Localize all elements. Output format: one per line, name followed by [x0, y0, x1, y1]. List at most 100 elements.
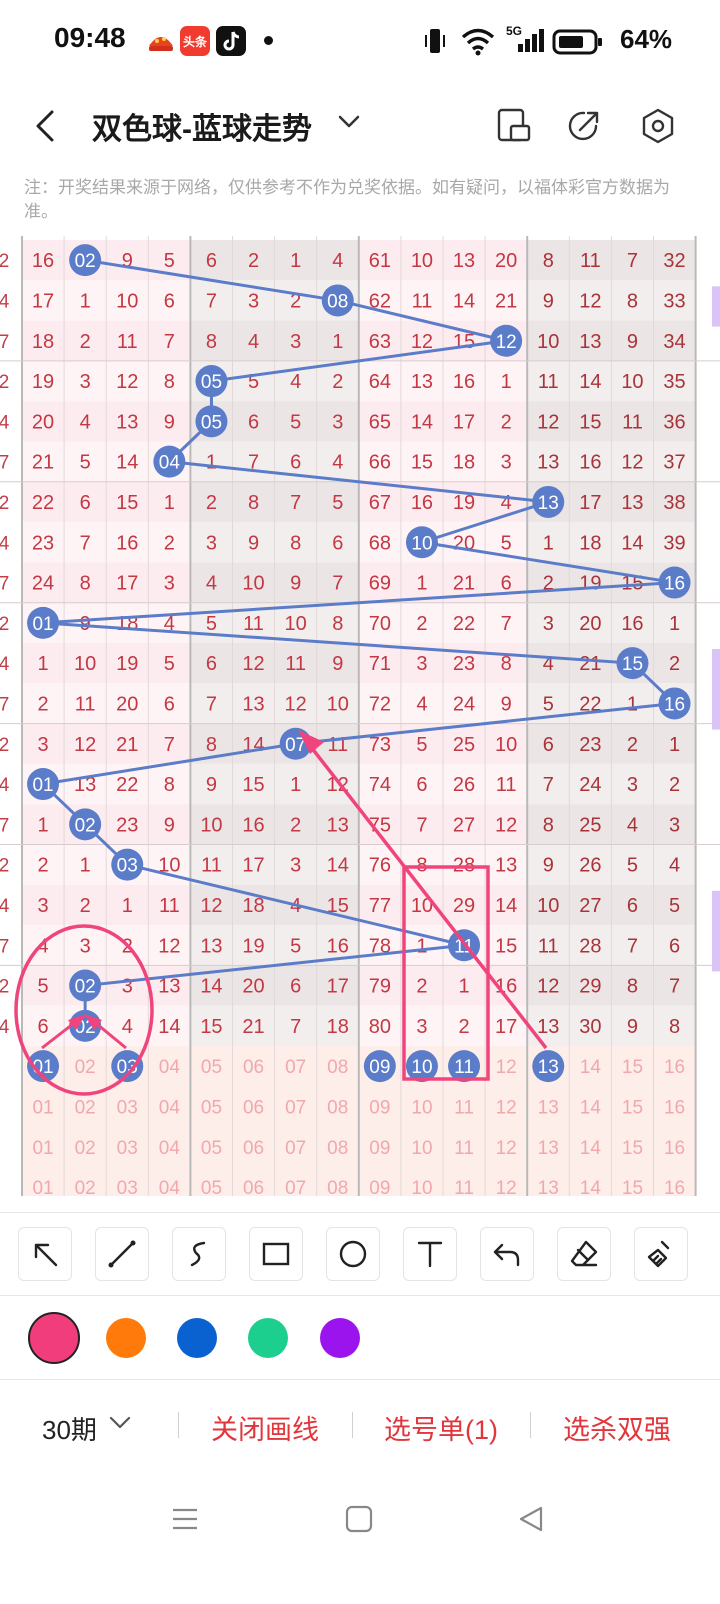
back-arrow-icon[interactable] [30, 106, 60, 146]
cell-number: 19 [32, 371, 54, 393]
edge-number: 4 [0, 775, 10, 796]
cell-number: 33 [663, 290, 685, 312]
undo-tool-button[interactable] [480, 1227, 534, 1281]
selection-number: 06 [243, 1057, 264, 1078]
circle-tool-button[interactable] [326, 1227, 380, 1281]
close-drawing-button[interactable]: 关闭画线 [211, 1408, 319, 1447]
selected-ball-number: 10 [411, 1057, 432, 1078]
cell-number: 22 [453, 613, 475, 635]
cell-number: 4 [627, 814, 638, 836]
menu-icon[interactable] [170, 1504, 200, 1534]
cell-number: 79 [369, 976, 391, 998]
cell-number: 2 [206, 492, 217, 514]
selection-number: 09 [369, 1138, 390, 1159]
cell-number: 13 [327, 814, 349, 836]
pick-list-button[interactable]: 选号单(1) [384, 1408, 498, 1447]
arrow-tool-button[interactable] [18, 1227, 72, 1281]
line-tool-button[interactable] [95, 1227, 149, 1281]
line-tool-icon [108, 1240, 136, 1268]
cell-number: 27 [453, 814, 475, 836]
cell-number: 12 [537, 411, 559, 433]
cell-number: 9 [248, 532, 259, 554]
color-swatch-blue[interactable] [177, 1318, 217, 1358]
rectangle-tool-button[interactable] [249, 1227, 303, 1281]
curve-tool-button[interactable] [172, 1227, 226, 1281]
blue-ball-trend-chart[interactable]: 2 4 7 2 4 7 2 4 7 2 4 7 2 4 7 2 4 7 2 4 16 9 5 6 2 1 4 61 10 13 20 8 11 7… [0, 236, 720, 1196]
color-swatch-orange[interactable] [106, 1318, 146, 1358]
cell-number: 16 [242, 814, 264, 836]
cell-number: 5 [543, 693, 554, 715]
cell-number: 17 [579, 492, 601, 514]
drawing-toolbar [0, 1212, 720, 1296]
cell-number: 13 [411, 371, 433, 393]
period-selector[interactable]: 30期 [42, 1410, 97, 1447]
cell-number: 8 [290, 532, 301, 554]
cell-number: 16 [411, 492, 433, 514]
cell-number: 1 [543, 532, 554, 554]
selection-number: 02 [75, 1057, 96, 1078]
edge-number: 2 [0, 614, 9, 635]
selection-number: 11 [454, 1138, 474, 1159]
cell-number: 24 [32, 573, 54, 595]
cell-number: 6 [290, 976, 301, 998]
edge-number: 4 [0, 896, 10, 917]
cell-number: 1 [416, 573, 427, 595]
eraser-tool-button[interactable] [557, 1227, 611, 1281]
blue-ball-number: 02 [75, 251, 96, 272]
kill-double-button[interactable]: 选杀双强 [563, 1408, 671, 1447]
cell-number: 16 [579, 452, 601, 474]
cell-number: 21 [453, 573, 475, 595]
cell-number: 20 [32, 411, 54, 433]
clear-tool-button[interactable] [634, 1227, 688, 1281]
cell-number: 21 [495, 290, 517, 312]
cell-number: 1 [332, 331, 343, 353]
cell-number: 1 [122, 895, 133, 917]
edge-number: 7 [0, 815, 9, 836]
cell-number: 3 [164, 573, 175, 595]
selection-number: 15 [622, 1178, 643, 1196]
blue-ball-number: 16 [664, 574, 685, 595]
chevron-down-icon[interactable] [338, 114, 360, 130]
cell-number: 2 [80, 895, 91, 917]
cell-number: 9 [164, 411, 175, 433]
home-square-icon[interactable] [344, 1504, 374, 1534]
cell-number: 8 [669, 1016, 680, 1038]
color-swatch-pink[interactable] [28, 1312, 80, 1364]
cell-number: 22 [32, 492, 54, 514]
cell-number: 7 [206, 290, 217, 312]
cell-number: 6 [248, 411, 259, 433]
selection-number: 04 [159, 1097, 181, 1118]
cell-number: 1 [164, 492, 175, 514]
trend-grid[interactable]: 2472472472472472472416 9 5 6 2 1 4 61 10 13 20 8 11 7… [0, 236, 720, 1196]
cell-number: 61 [369, 250, 391, 272]
color-swatch-purple[interactable] [320, 1318, 360, 1358]
cell-number: 19 [116, 653, 138, 675]
page-title[interactable]: 双色球-蓝球走势 [92, 104, 312, 148]
color-swatch-green[interactable] [248, 1318, 288, 1358]
cell-number: 16 [32, 250, 54, 272]
cell-number: 25 [453, 734, 475, 756]
edge-number: 7 [0, 453, 9, 474]
separator [530, 1412, 531, 1438]
undo-icon [493, 1243, 520, 1267]
settings-hexagon-icon[interactable] [638, 106, 678, 146]
blue-ball-number: 04 [159, 453, 181, 474]
cell-number: 38 [663, 492, 685, 514]
share-icon[interactable] [564, 106, 604, 146]
screen-rotate-icon[interactable] [494, 106, 534, 146]
cell-number: 11 [201, 855, 222, 877]
cell-number: 66 [369, 452, 391, 474]
chevron-down-icon[interactable] [108, 1414, 132, 1432]
cell-number: 21 [242, 1016, 264, 1038]
selection-number: 16 [664, 1138, 685, 1159]
cell-number: 6 [627, 895, 638, 917]
text-tool-button[interactable] [403, 1227, 457, 1281]
selection-number: 14 [580, 1097, 602, 1118]
cell-number: 4 [501, 492, 512, 514]
selection-number: 01 [32, 1138, 53, 1159]
back-triangle-icon[interactable] [516, 1504, 546, 1534]
selection-number: 12 [496, 1097, 517, 1118]
selection-number: 13 [538, 1178, 559, 1196]
cell-number: 74 [369, 774, 391, 796]
cell-number: 7 [332, 573, 343, 595]
